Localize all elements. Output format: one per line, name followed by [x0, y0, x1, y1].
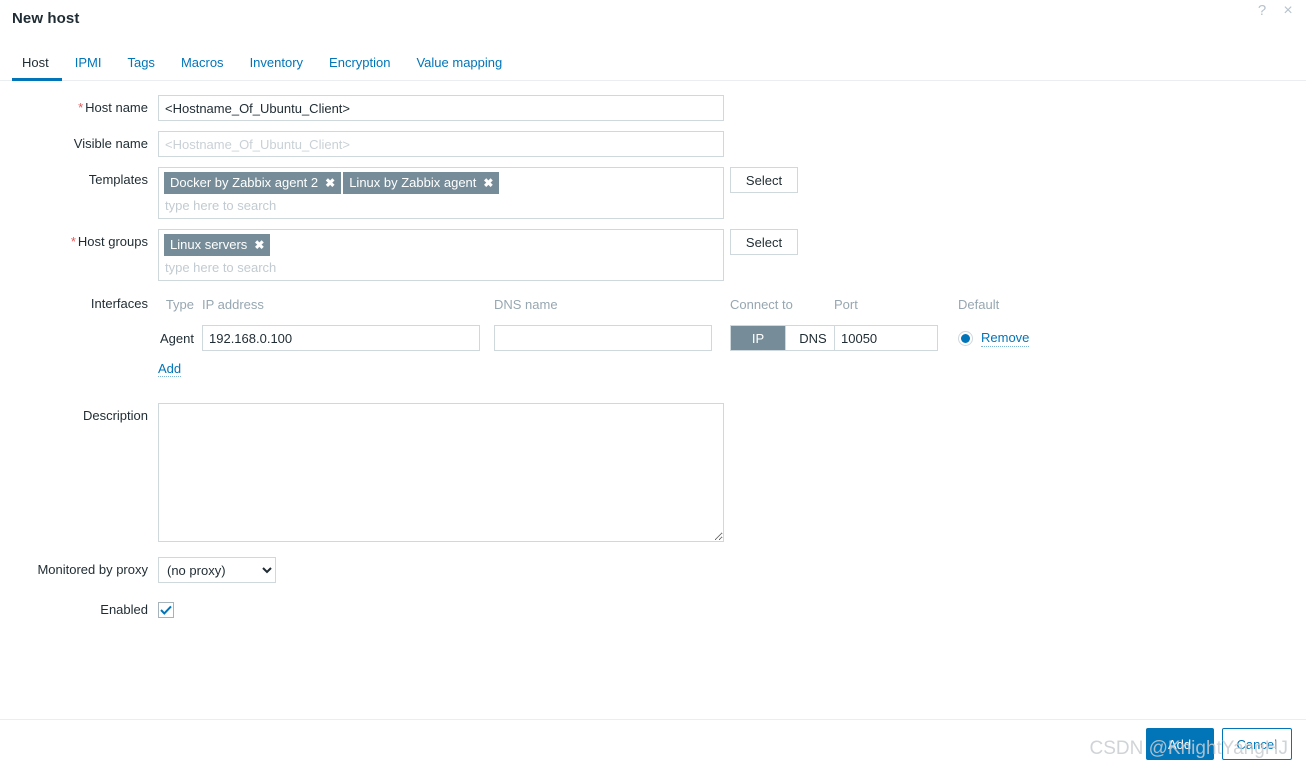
page-title: New host: [12, 10, 80, 27]
templates-label: Templates: [88, 172, 148, 187]
interface-remove-link[interactable]: Remove: [981, 330, 1030, 347]
field-monitored-by-proxy: Monitored by proxy (no proxy): [0, 557, 1306, 583]
tab-tags[interactable]: Tags: [114, 44, 167, 80]
interface-type-label: Agent: [160, 330, 194, 346]
host-name-label: * Host name: [78, 100, 148, 115]
chip-label: Linux by Zabbix agent: [349, 175, 477, 190]
tab-inventory[interactable]: Inventory: [237, 44, 316, 80]
chip-label: Docker by Zabbix agent 2: [170, 175, 319, 190]
monitored-by-proxy-select[interactable]: (no proxy): [158, 557, 276, 583]
interface-ip-input[interactable]: [202, 325, 480, 351]
col-header-connect-to: Connect to: [730, 296, 793, 312]
cancel-button[interactable]: Cancel: [1221, 728, 1292, 760]
host-groups-chip[interactable]: Linux servers ✖: [164, 234, 271, 256]
host-groups-label: * Host groups: [70, 234, 148, 249]
host-groups-select-button[interactable]: Select: [730, 229, 798, 255]
host-name-input[interactable]: [158, 95, 724, 121]
visible-name-input[interactable]: [158, 131, 724, 157]
templates-multiselect[interactable]: Docker by Zabbix agent 2 ✖ Linux by Zabb…: [158, 167, 724, 219]
host-groups-search-input[interactable]: [164, 257, 720, 277]
tab-macros[interactable]: Macros: [168, 44, 237, 80]
enabled-checkbox[interactable]: [158, 602, 174, 618]
chip-label: Linux servers: [170, 237, 248, 252]
tab-host[interactable]: Host: [12, 44, 62, 81]
enabled-label: Enabled: [100, 602, 148, 617]
dialog-window-controls: ? ×: [1254, 2, 1296, 20]
required-asterisk-icon: *: [70, 234, 76, 249]
templates-select-button[interactable]: Select: [730, 167, 798, 193]
connect-to-dns-option[interactable]: DNS: [786, 326, 840, 350]
col-header-default: Default: [958, 296, 1000, 312]
tab-ipmi[interactable]: IPMI: [62, 44, 115, 80]
field-host-name: * Host name: [0, 95, 1306, 121]
field-templates: Templates Docker by Zabbix agent 2 ✖ Lin…: [0, 167, 1306, 219]
help-icon[interactable]: ?: [1254, 2, 1270, 20]
new-host-dialog: New host ? × Host IPMI Tags Macros Inven…: [0, 0, 1306, 768]
dialog-header: New host ? ×: [0, 0, 1306, 44]
tab-encryption[interactable]: Encryption: [316, 44, 403, 80]
field-host-groups: *Host groups Linux servers ✖ Select: [0, 229, 1306, 281]
chip-remove-icon[interactable]: ✖: [325, 177, 335, 189]
host-groups-chip-list: Linux servers ✖: [164, 234, 718, 256]
templates-chip[interactable]: Linux by Zabbix agent ✖: [343, 172, 500, 194]
col-header-dns-name: DNS name: [494, 296, 558, 312]
footer-button-group: Add Cancel: [1145, 728, 1292, 760]
templates-search-input[interactable]: [164, 195, 720, 215]
col-header-ip-address: IP address: [202, 296, 264, 312]
field-interfaces: Interfaces Type IP address DNS name Conn…: [0, 291, 1306, 393]
col-header-type: Type: [165, 296, 194, 312]
field-enabled: Enabled: [0, 597, 1306, 623]
field-visible-name: Visible name: [0, 131, 1306, 157]
chip-remove-icon[interactable]: ✖: [254, 239, 264, 251]
close-icon[interactable]: ×: [1280, 2, 1296, 20]
connect-to-ip-option[interactable]: IP: [731, 326, 786, 350]
chip-remove-icon[interactable]: ✖: [483, 177, 493, 189]
host-form: *Host name Visible name Templates Docker…: [0, 81, 1306, 768]
dialog-footer: Add Cancel: [0, 719, 1306, 768]
interfaces-label: Interfaces: [90, 296, 148, 311]
templates-chip[interactable]: Docker by Zabbix agent 2 ✖: [164, 172, 342, 194]
check-icon: [160, 605, 172, 615]
tab-bar: Host IPMI Tags Macros Inventory Encrypti…: [0, 44, 1306, 81]
interface-dns-input[interactable]: [494, 325, 712, 351]
interface-default-radio[interactable]: [958, 330, 973, 346]
required-asterisk-icon: *: [78, 100, 84, 115]
interfaces-header-row: Type IP address DNS name Connect to Port…: [158, 291, 1306, 317]
host-groups-multiselect[interactable]: Linux servers ✖: [158, 229, 724, 281]
description-textarea[interactable]: [158, 403, 724, 542]
col-header-port: Port: [834, 296, 858, 312]
field-description: Description: [0, 403, 1306, 545]
monitored-by-proxy-label: Monitored by proxy: [37, 562, 148, 577]
tab-value-mapping[interactable]: Value mapping: [403, 44, 515, 80]
add-button[interactable]: Add: [1145, 728, 1214, 760]
interface-port-input[interactable]: [834, 325, 938, 351]
templates-chip-list: Docker by Zabbix agent 2 ✖ Linux by Zabb…: [164, 172, 718, 194]
connect-to-toggle: IP DNS: [730, 325, 841, 351]
description-label: Description: [82, 408, 148, 423]
visible-name-label: Visible name: [73, 136, 148, 151]
interfaces-add-row: Add: [158, 361, 1306, 377]
add-interface-link[interactable]: Add: [158, 361, 182, 377]
interface-row: Agent IP DNS: [158, 325, 1306, 351]
